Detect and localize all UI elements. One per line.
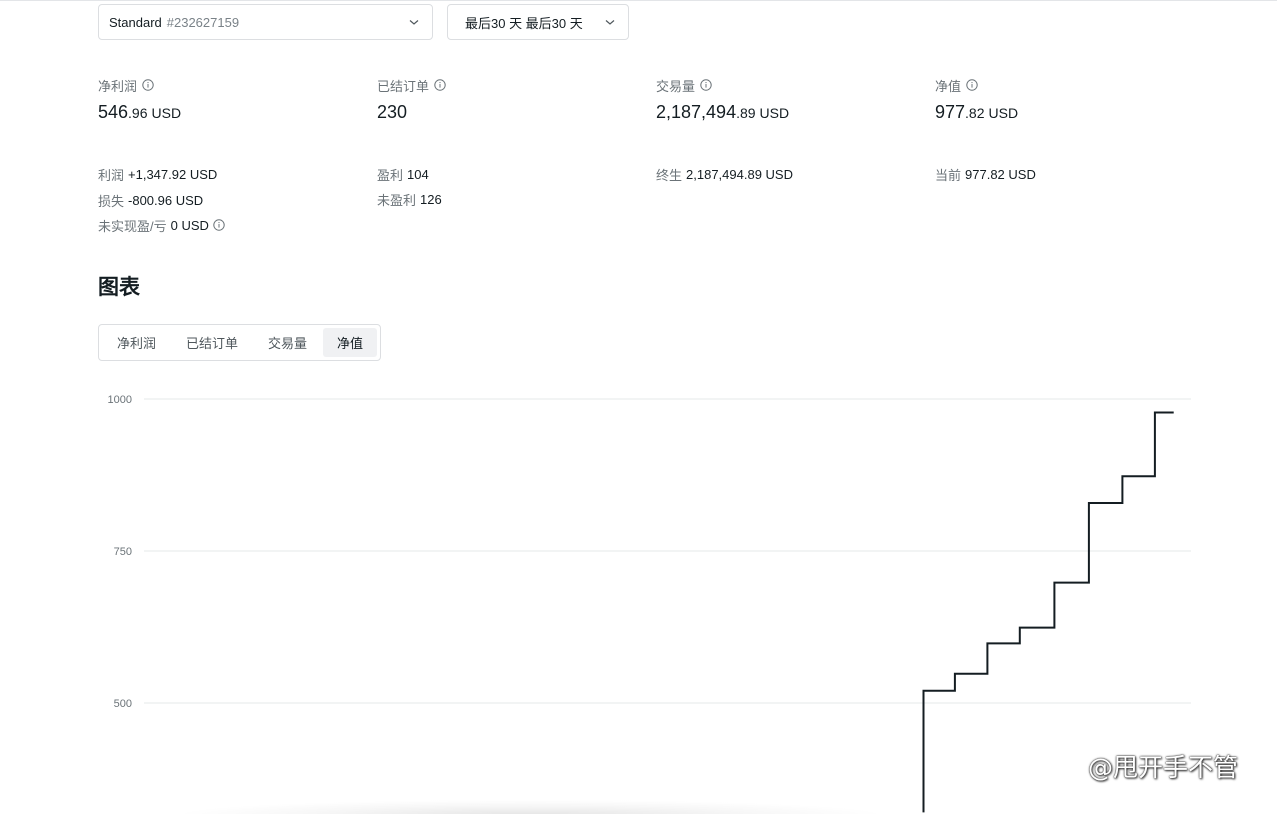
stat-label: 净值 — [935, 78, 962, 94]
watermark-text: @甩开手不管 — [1088, 753, 1239, 782]
zhihu-icon — [1061, 753, 1085, 779]
detail-profit: 利润 +1,347.92 USD — [98, 166, 218, 183]
account-select[interactable]: Standard #232627159 — [98, 4, 433, 40]
tab-equity[interactable]: 净值 — [323, 328, 378, 357]
chart-tabs: 净利润 已结订单 交易量 净值 — [98, 324, 381, 361]
stat-label: 净利润 — [98, 78, 138, 94]
detail-value: +1,347.92 USD — [128, 166, 218, 182]
stat-value-int: 230 — [377, 102, 408, 122]
detail-label: 未实现盈/亏 — [98, 218, 167, 234]
stat-value-int: 546 — [98, 102, 129, 122]
chevron-down-icon — [409, 20, 419, 25]
date-range-label: 最后30 天 最后30 天 — [465, 15, 583, 31]
date-range-select[interactable]: 最后30 天 最后30 天 — [447, 4, 629, 40]
info-icon[interactable] — [213, 219, 225, 231]
stat-value-int: 977 — [935, 102, 966, 122]
watermark: @甩开手不管 — [1060, 748, 1238, 784]
detail-lifetime: 终生 2,187,494.89 USD — [656, 166, 793, 183]
info-icon[interactable] — [700, 79, 712, 91]
y-tick-label: 750 — [114, 546, 132, 558]
detail-unrealized: 未实现盈/亏 0 USD — [98, 217, 225, 234]
top-divider — [0, 0, 1277, 1]
stat-value-frac: .89 — [736, 105, 756, 121]
account-number: #232627159 — [166, 14, 240, 30]
stat-volume: 交易量 2,187,494.89 USD — [656, 77, 916, 123]
tab-closed-orders[interactable]: 已结订单 — [172, 328, 252, 357]
info-icon[interactable] — [434, 79, 446, 91]
bottom-shadow — [180, 800, 880, 814]
stat-value-int: 2,187,494 — [656, 102, 737, 122]
detail-value: 977.82 USD — [965, 166, 1036, 182]
y-tick-label: 1000 — [108, 394, 132, 406]
detail-current: 当前 977.82 USD — [935, 166, 1036, 183]
detail-label: 终生 — [656, 167, 683, 183]
detail-label: 当前 — [935, 167, 962, 183]
stat-label: 已结订单 — [377, 78, 430, 94]
detail-loss: 损失 -800.96 USD — [98, 192, 204, 209]
info-icon[interactable] — [966, 79, 978, 91]
stat-equity: 净值 977.82 USD — [935, 77, 1195, 123]
stat-currency: USD — [759, 105, 790, 121]
detail-label: 损失 — [98, 193, 125, 209]
y-tick-label: 500 — [114, 698, 132, 710]
stat-closed-orders: 已结订单 230 — [377, 77, 637, 123]
info-icon[interactable] — [142, 79, 154, 91]
detail-label: 未盈利 — [377, 192, 417, 208]
detail-value: 0 USD — [170, 217, 209, 233]
stat-label: 交易量 — [656, 78, 696, 94]
chart-heading: 图表 — [98, 276, 140, 299]
stat-currency: USD — [988, 105, 1019, 121]
detail-value: 2,187,494.89 USD — [686, 166, 793, 182]
chevron-down-icon — [605, 20, 615, 25]
tab-net-profit[interactable]: 净利润 — [103, 328, 170, 357]
detail-value: -800.96 USD — [128, 192, 204, 208]
stat-currency: USD — [151, 105, 182, 121]
detail-label: 盈利 — [377, 167, 404, 183]
detail-losses: 未盈利 126 — [377, 191, 442, 208]
stat-value-frac: .82 — [965, 105, 985, 121]
tab-volume[interactable]: 交易量 — [254, 328, 321, 357]
stat-value-frac: .96 — [128, 105, 148, 121]
stat-net-profit: 净利润 546.96 USD — [98, 77, 358, 123]
detail-label: 利润 — [98, 167, 125, 183]
account-type: Standard — [109, 14, 162, 30]
equity-chart: 1000 750 500 — [108, 394, 1191, 813]
detail-value: 104 — [407, 166, 429, 182]
detail-wins: 盈利 104 — [377, 166, 429, 183]
detail-value: 126 — [420, 191, 442, 207]
